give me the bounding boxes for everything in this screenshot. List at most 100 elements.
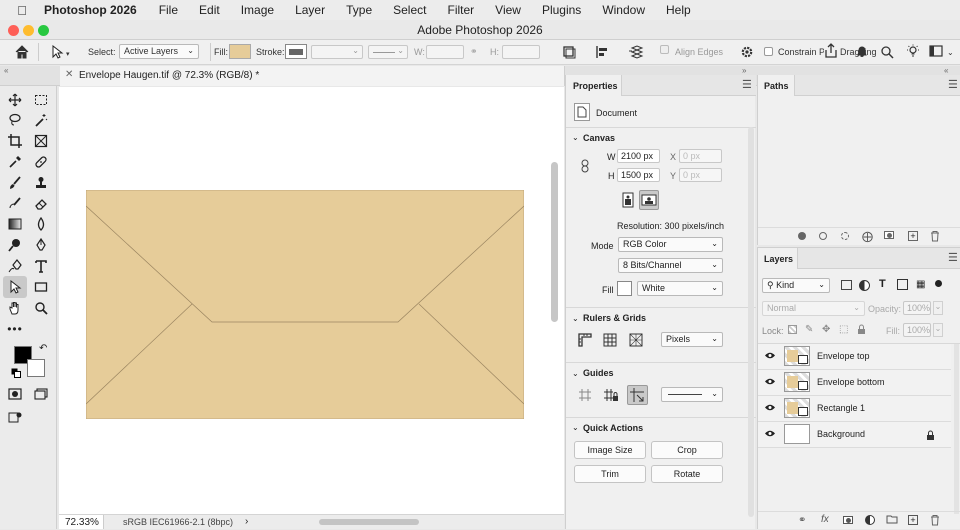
- status-menu-icon[interactable]: ›: [245, 516, 248, 527]
- panel-menu-icon[interactable]: ☰: [742, 78, 752, 91]
- workspace-icon[interactable]: [929, 45, 943, 57]
- expand-panel-icon[interactable]: «: [944, 66, 948, 75]
- layer-row[interactable]: Rectangle 1: [758, 396, 951, 422]
- menu-layer[interactable]: Layer: [295, 3, 325, 17]
- paths-panel-menu-icon[interactable]: ☰: [948, 78, 958, 91]
- background-color-swatch[interactable]: [27, 359, 45, 377]
- canvas-width-field[interactable]: 2100 px: [617, 149, 660, 163]
- default-colors-icon[interactable]: [11, 368, 21, 378]
- frame-tool-icon[interactable]: [31, 131, 51, 151]
- visibility-eye-icon[interactable]: [764, 377, 776, 386]
- envelope-artwork[interactable]: [86, 190, 524, 419]
- image-size-button[interactable]: Image Size: [574, 441, 646, 459]
- fill-path-icon[interactable]: [798, 232, 806, 240]
- collapse-panel-icon[interactable]: »: [742, 66, 746, 75]
- magic-wand-tool-icon[interactable]: [31, 110, 51, 130]
- bell-icon[interactable]: [855, 44, 869, 58]
- menu-select[interactable]: Select: [393, 3, 426, 17]
- menu-filter[interactable]: Filter: [447, 3, 474, 17]
- menu-file[interactable]: File: [159, 3, 178, 17]
- rulers-collapse-icon[interactable]: ⌄: [572, 314, 579, 323]
- app-menu[interactable]: Photoshop 2026: [44, 3, 137, 17]
- healing-brush-tool-icon[interactable]: [31, 152, 51, 172]
- freeform-pen-tool-icon[interactable]: [5, 256, 25, 276]
- lock-paint-icon[interactable]: ✎: [805, 324, 813, 335]
- pixel-grid-icon[interactable]: [629, 333, 643, 347]
- path-alignment-icon[interactable]: [595, 45, 609, 59]
- path-arrangement-icon[interactable]: [628, 45, 644, 59]
- blur-tool-icon[interactable]: [31, 214, 51, 234]
- smart-guides-icon[interactable]: [627, 385, 648, 405]
- layer-row[interactable]: Background: [758, 422, 951, 448]
- crop-button[interactable]: Crop: [651, 441, 723, 459]
- bit-depth-dropdown[interactable]: 8 Bits/Channel ⌄: [618, 258, 723, 273]
- zoom-tool-icon[interactable]: [31, 298, 51, 318]
- canvas-height-field[interactable]: 1500 px: [617, 168, 660, 182]
- ruler-icon[interactable]: [578, 333, 592, 347]
- lock-position-icon[interactable]: ✥: [822, 324, 830, 335]
- canvas-fill-dropdown[interactable]: White ⌄: [637, 281, 723, 296]
- portrait-orientation-icon[interactable]: [620, 191, 636, 209]
- layer-fill-field[interactable]: 100%: [903, 323, 931, 337]
- add-layer-mask-icon[interactable]: [843, 516, 853, 524]
- landscape-orientation-icon[interactable]: [639, 190, 659, 210]
- path-selection-tool-icon[interactable]: [50, 45, 64, 59]
- filter-adjustment-icon[interactable]: [859, 280, 870, 291]
- link-icon[interactable]: ⚭: [470, 46, 478, 57]
- filter-type-icon[interactable]: T: [879, 278, 886, 290]
- fill-chevron-icon[interactable]: ⌄: [933, 323, 943, 337]
- quick-mask-icon[interactable]: [5, 384, 25, 404]
- properties-tab[interactable]: Properties: [573, 81, 618, 91]
- pen-tool-icon[interactable]: [31, 235, 51, 255]
- canvas-fill-swatch[interactable]: [617, 281, 632, 296]
- rotate-button[interactable]: Rotate: [651, 465, 723, 483]
- layer-filter-dropdown[interactable]: ⚲ Kind ⌄: [762, 278, 830, 293]
- select-dropdown[interactable]: Active Layers ⌄: [119, 44, 199, 59]
- opacity-chevron-icon[interactable]: ⌄: [933, 301, 943, 315]
- lock-artboard-icon[interactable]: ⬚: [839, 324, 848, 335]
- canvas-area[interactable]: [59, 87, 564, 514]
- filter-smart-object-icon[interactable]: ▦: [916, 279, 925, 290]
- new-layer-icon[interactable]: +: [908, 515, 918, 525]
- align-edges-checkbox[interactable]: [660, 45, 669, 54]
- swap-colors-icon[interactable]: ↶: [39, 343, 47, 354]
- search-icon[interactable]: [880, 45, 894, 59]
- filter-pixel-icon[interactable]: [841, 280, 852, 290]
- dodge-tool-icon[interactable]: [5, 235, 25, 255]
- show-guides-icon[interactable]: [578, 388, 592, 402]
- chain-link-icon[interactable]: [580, 159, 590, 173]
- ruler-units-dropdown[interactable]: Pixels ⌄: [661, 332, 723, 347]
- filter-toggle-icon[interactable]: [935, 280, 942, 287]
- clone-stamp-tool-icon[interactable]: [31, 173, 51, 193]
- canvas-y-field[interactable]: 0 px: [679, 168, 722, 182]
- delete-layer-icon[interactable]: [930, 514, 940, 526]
- new-path-icon[interactable]: +: [908, 231, 918, 241]
- zoom-level-field[interactable]: 72.33%: [59, 515, 104, 529]
- brush-tool-icon[interactable]: [5, 173, 25, 193]
- load-selection-icon[interactable]: [841, 232, 849, 240]
- menu-image[interactable]: Image: [241, 3, 274, 17]
- canvas-x-field[interactable]: 0 px: [679, 149, 722, 163]
- adjustment-layer-icon[interactable]: [865, 515, 875, 525]
- type-tool-icon[interactable]: [31, 256, 51, 276]
- collapse-toolbar-icon[interactable]: «: [4, 66, 8, 75]
- constrain-checkbox[interactable]: [764, 47, 773, 56]
- move-tool-icon[interactable]: [5, 90, 25, 110]
- lightbulb-icon[interactable]: [906, 44, 920, 58]
- layer-row[interactable]: Envelope bottom: [758, 370, 951, 396]
- quick-actions-collapse-icon[interactable]: ⌄: [572, 423, 579, 432]
- trash-icon[interactable]: [930, 230, 940, 242]
- visibility-eye-icon[interactable]: [764, 403, 776, 412]
- trim-button[interactable]: Trim: [574, 465, 646, 483]
- visibility-eye-icon[interactable]: [764, 351, 776, 360]
- paths-tab[interactable]: Paths: [764, 81, 789, 91]
- menu-edit[interactable]: Edit: [199, 3, 220, 17]
- opacity-field[interactable]: 100%: [903, 301, 931, 315]
- edit-toolbar-icon[interactable]: [5, 407, 25, 427]
- fill-color-swatch[interactable]: [229, 44, 251, 59]
- lock-guides-icon[interactable]: [603, 388, 619, 402]
- guides-collapse-icon[interactable]: ⌄: [572, 369, 579, 378]
- apple-menu-icon[interactable]: : [0, 3, 44, 18]
- canvas-collapse-icon[interactable]: ⌄: [572, 133, 579, 142]
- layers-tab[interactable]: Layers: [764, 254, 793, 264]
